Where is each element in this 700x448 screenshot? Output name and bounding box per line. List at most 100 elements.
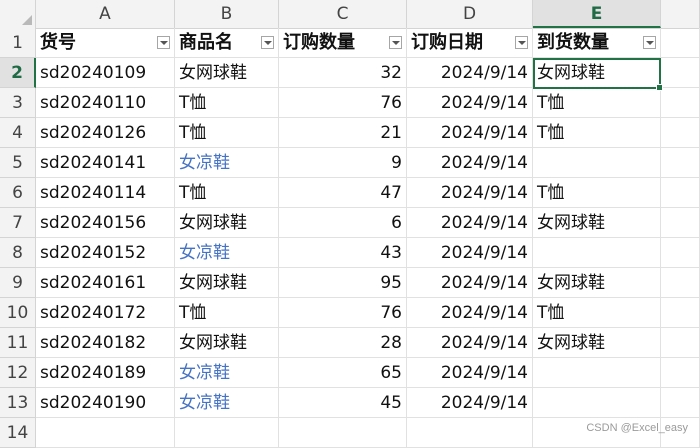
product-name-cell[interactable]: 女凉鞋 bbox=[175, 388, 279, 418]
order-qty-cell[interactable]: 21 bbox=[279, 118, 407, 148]
product-name-cell[interactable]: T恤 bbox=[175, 298, 279, 328]
empty-cell[interactable] bbox=[407, 418, 533, 448]
row-number[interactable]: 2 bbox=[0, 58, 36, 88]
arrival-qty-cell[interactable] bbox=[533, 238, 661, 268]
row-number[interactable]: 10 bbox=[0, 298, 36, 328]
order-qty-cell[interactable]: 95 bbox=[279, 268, 407, 298]
column-header-d[interactable]: D bbox=[407, 0, 533, 28]
order-date-cell[interactable]: 2024/9/14 bbox=[407, 298, 533, 328]
row-number[interactable]: 14 bbox=[0, 418, 36, 448]
item-code-cell[interactable]: sd20240126 bbox=[36, 118, 175, 148]
item-code-cell[interactable]: sd20240114 bbox=[36, 178, 175, 208]
empty-cell[interactable] bbox=[661, 118, 700, 148]
product-name-cell[interactable]: 女凉鞋 bbox=[175, 148, 279, 178]
product-name-cell[interactable]: 女网球鞋 bbox=[175, 208, 279, 238]
arrival-qty-cell[interactable] bbox=[533, 358, 661, 388]
product-name-cell[interactable]: 女网球鞋 bbox=[175, 328, 279, 358]
item-code-cell[interactable]: sd20240110 bbox=[36, 88, 175, 118]
item-code-cell[interactable]: sd20240182 bbox=[36, 328, 175, 358]
row-number[interactable]: 12 bbox=[0, 358, 36, 388]
header-cell[interactable]: 到货数量 bbox=[533, 28, 661, 58]
row-number[interactable]: 1 bbox=[0, 28, 36, 58]
order-qty-cell[interactable]: 32 bbox=[279, 58, 407, 88]
product-name-cell[interactable]: 女网球鞋 bbox=[175, 268, 279, 298]
empty-cell[interactable] bbox=[279, 418, 407, 448]
column-header-e[interactable]: E bbox=[533, 0, 661, 28]
row-number[interactable]: 9 bbox=[0, 268, 36, 298]
row-number[interactable]: 13 bbox=[0, 388, 36, 418]
order-qty-cell[interactable]: 6 bbox=[279, 208, 407, 238]
item-code-cell[interactable]: sd20240109 bbox=[36, 58, 175, 88]
header-cell[interactable]: 货号 bbox=[36, 28, 175, 58]
order-qty-cell[interactable]: 65 bbox=[279, 358, 407, 388]
order-date-cell[interactable]: 2024/9/14 bbox=[407, 148, 533, 178]
empty-cell[interactable] bbox=[175, 418, 279, 448]
empty-cell[interactable] bbox=[661, 358, 700, 388]
arrival-qty-cell[interactable]: T恤 bbox=[533, 88, 661, 118]
arrival-qty-cell[interactable]: T恤 bbox=[533, 178, 661, 208]
order-qty-cell[interactable]: 45 bbox=[279, 388, 407, 418]
item-code-cell[interactable]: sd20240141 bbox=[36, 148, 175, 178]
row-number[interactable]: 3 bbox=[0, 88, 36, 118]
row-number[interactable]: 6 bbox=[0, 178, 36, 208]
order-qty-cell[interactable]: 9 bbox=[279, 148, 407, 178]
arrival-qty-cell[interactable]: 女网球鞋 bbox=[533, 208, 661, 238]
column-header-b[interactable]: B bbox=[175, 0, 279, 28]
order-date-cell[interactable]: 2024/9/14 bbox=[407, 328, 533, 358]
filter-dropdown-icon[interactable] bbox=[515, 36, 528, 49]
order-date-cell[interactable]: 2024/9/14 bbox=[407, 118, 533, 148]
row-number[interactable]: 5 bbox=[0, 148, 36, 178]
row-number[interactable]: 7 bbox=[0, 208, 36, 238]
header-cell[interactable]: 订购数量 bbox=[279, 28, 407, 58]
empty-cell[interactable] bbox=[661, 178, 700, 208]
filter-dropdown-icon[interactable] bbox=[643, 36, 656, 49]
arrival-qty-cell[interactable] bbox=[533, 388, 661, 418]
item-code-cell[interactable]: sd20240161 bbox=[36, 268, 175, 298]
empty-cell[interactable] bbox=[661, 328, 700, 358]
empty-cell[interactable] bbox=[661, 268, 700, 298]
item-code-cell[interactable]: sd20240172 bbox=[36, 298, 175, 328]
arrival-qty-cell[interactable]: 女网球鞋 bbox=[533, 268, 661, 298]
order-qty-cell[interactable]: 76 bbox=[279, 88, 407, 118]
item-code-cell[interactable]: sd20240189 bbox=[36, 358, 175, 388]
order-qty-cell[interactable]: 43 bbox=[279, 238, 407, 268]
empty-cell[interactable] bbox=[661, 298, 700, 328]
filter-dropdown-icon[interactable] bbox=[261, 36, 274, 49]
row-number[interactable]: 11 bbox=[0, 328, 36, 358]
order-date-cell[interactable]: 2024/9/14 bbox=[407, 88, 533, 118]
order-date-cell[interactable]: 2024/9/14 bbox=[407, 388, 533, 418]
order-qty-cell[interactable]: 47 bbox=[279, 178, 407, 208]
order-date-cell[interactable]: 2024/9/14 bbox=[407, 58, 533, 88]
item-code-cell[interactable]: sd20240190 bbox=[36, 388, 175, 418]
product-name-cell[interactable]: 女凉鞋 bbox=[175, 358, 279, 388]
empty-cell[interactable] bbox=[661, 148, 700, 178]
column-header-c[interactable]: C bbox=[279, 0, 407, 28]
select-all-corner[interactable] bbox=[0, 0, 36, 28]
product-name-cell[interactable]: 女网球鞋 bbox=[175, 58, 279, 88]
empty-cell[interactable] bbox=[661, 238, 700, 268]
filter-dropdown-icon[interactable] bbox=[157, 36, 170, 49]
arrival-qty-cell[interactable]: T恤 bbox=[533, 118, 661, 148]
product-name-cell[interactable]: T恤 bbox=[175, 178, 279, 208]
arrival-qty-cell[interactable]: T恤 bbox=[533, 298, 661, 328]
order-qty-cell[interactable]: 28 bbox=[279, 328, 407, 358]
product-name-cell[interactable]: T恤 bbox=[175, 88, 279, 118]
item-code-cell[interactable]: sd20240152 bbox=[36, 238, 175, 268]
order-date-cell[interactable]: 2024/9/14 bbox=[407, 178, 533, 208]
header-cell[interactable]: 订购日期 bbox=[407, 28, 533, 58]
empty-cell[interactable] bbox=[661, 88, 700, 118]
filter-dropdown-icon[interactable] bbox=[389, 36, 402, 49]
arrival-qty-cell[interactable]: 女网球鞋 bbox=[533, 58, 661, 88]
spreadsheet-grid[interactable]: ABCDE 1 货号 商品名 订购数量 订购日期 到货数量 2 sd20240109 女网球鞋 3… bbox=[0, 0, 700, 448]
order-date-cell[interactable]: 2024/9/14 bbox=[407, 268, 533, 298]
empty-cell[interactable] bbox=[661, 58, 700, 88]
item-code-cell[interactable]: sd20240156 bbox=[36, 208, 175, 238]
order-date-cell[interactable]: 2024/9/14 bbox=[407, 358, 533, 388]
empty-cell[interactable] bbox=[36, 418, 175, 448]
order-date-cell[interactable]: 2024/9/14 bbox=[407, 208, 533, 238]
order-date-cell[interactable]: 2024/9/14 bbox=[407, 238, 533, 268]
product-name-cell[interactable]: T恤 bbox=[175, 118, 279, 148]
order-qty-cell[interactable]: 76 bbox=[279, 298, 407, 328]
column-header-a[interactable]: A bbox=[36, 0, 175, 28]
product-name-cell[interactable]: 女凉鞋 bbox=[175, 238, 279, 268]
